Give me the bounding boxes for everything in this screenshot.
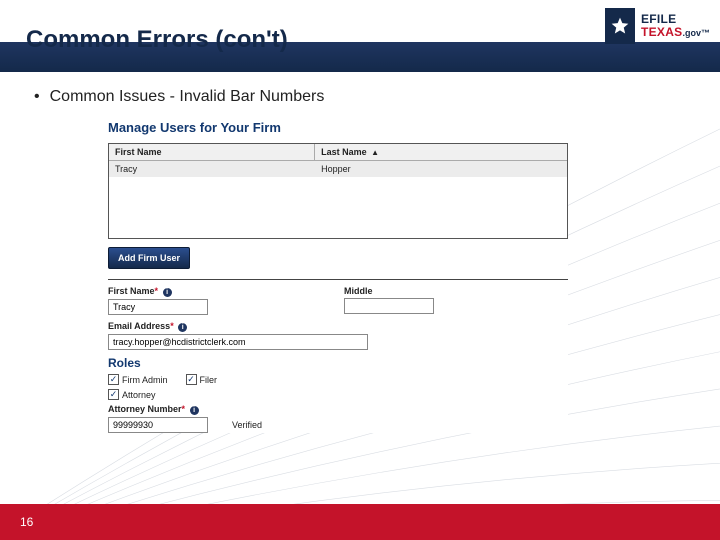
role-filer[interactable]: ✓ Filer [186,374,218,385]
page-number: 16 [20,515,33,529]
logo-gov: .gov™ [682,28,710,38]
roles-heading: Roles [108,356,568,370]
col-last-name-label: Last Name [321,147,367,157]
verified-text: Verified [232,420,262,430]
first-name-label-text: First Name [108,286,155,296]
star-icon [605,8,635,44]
attorney-number-field[interactable] [108,417,208,433]
role-filer-label: Filer [200,375,218,385]
middle-label: Middle [344,286,434,296]
footer-bar: 16 [0,504,720,540]
email-label: Email Address* i [108,321,568,332]
role-attorney-label: Attorney [122,390,156,400]
email-field[interactable] [108,334,368,350]
cell-last-name: Hopper [315,161,567,177]
table-header: First Name Last Name ▲ [109,144,567,161]
checkbox-checked-icon: ✓ [108,374,119,385]
efile-texas-logo: EFILE TEXAS.gov™ [605,8,710,44]
checkbox-checked-icon: ✓ [108,389,119,400]
users-table: First Name Last Name ▲ Tracy Hopper [108,143,568,239]
first-name-label: First Name* i [108,286,208,297]
bullet-common-issues: Common Issues - Invalid Bar Numbers [28,88,692,106]
role-firm-admin-label: Firm Admin [122,375,168,385]
first-name-field[interactable] [108,299,208,315]
email-label-text: Email Address [108,321,170,331]
separator [108,279,568,280]
panel-heading: Manage Users for Your Firm [108,120,568,135]
attorney-number-label-text: Attorney Number [108,404,182,414]
required-asterisk: * [155,286,159,296]
required-asterisk: * [182,404,186,414]
info-icon[interactable]: i [178,323,187,332]
middle-field[interactable] [344,298,434,314]
col-first-name[interactable]: First Name [109,144,315,160]
col-first-name-label: First Name [115,147,162,157]
attorney-number-label: Attorney Number* i [108,404,568,415]
manage-users-panel: Manage Users for Your Firm First Name La… [108,120,568,433]
add-firm-user-button[interactable]: Add Firm User [108,247,190,269]
table-row[interactable]: Tracy Hopper [109,161,567,177]
info-icon[interactable]: i [163,288,172,297]
sort-asc-icon: ▲ [371,148,379,157]
cell-first-name: Tracy [109,161,315,177]
info-icon[interactable]: i [190,406,199,415]
checkbox-checked-icon: ✓ [186,374,197,385]
col-last-name[interactable]: Last Name ▲ [315,144,567,160]
logo-texas: TEXAS [641,25,683,39]
role-firm-admin[interactable]: ✓ Firm Admin [108,374,168,385]
required-asterisk: * [170,321,174,331]
slide-title: Common Errors (con't) [0,16,288,54]
role-attorney[interactable]: ✓ Attorney [108,389,156,400]
